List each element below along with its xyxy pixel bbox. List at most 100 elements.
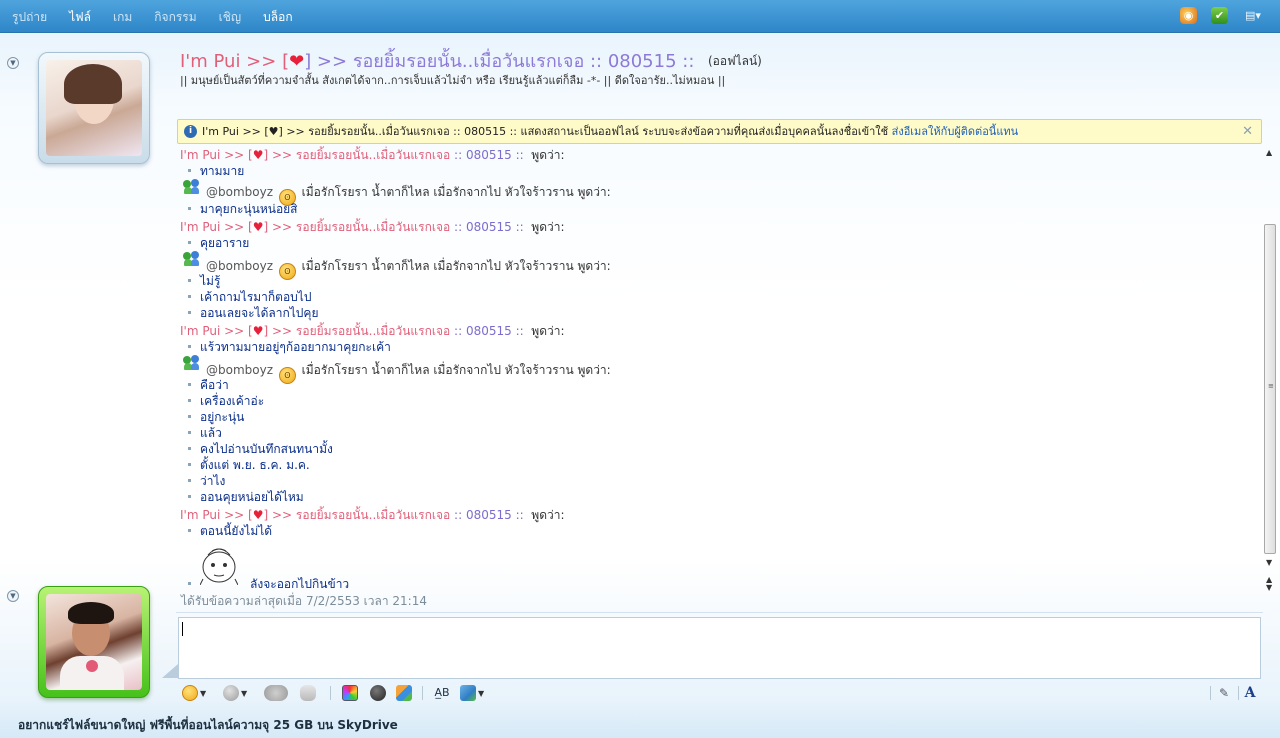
activities-icon	[396, 685, 412, 701]
bullet-icon	[188, 279, 191, 282]
sender-name-part1: I'm Pui >> [	[180, 220, 253, 234]
scroll-down-arrow-icon[interactable]: ▼	[1266, 558, 1272, 567]
voice-clip-icon	[300, 685, 316, 701]
handwriting-button[interactable]: ✎	[1216, 684, 1232, 702]
bullet-icon	[188, 431, 191, 434]
sketch-face-emoticon-icon	[200, 548, 238, 585]
sender-name-part1: I'm Pui >> [	[180, 148, 253, 162]
message-text: แร้วทามมายอยู่ๆก้ออยากมาคุยกะเค้า	[200, 340, 391, 354]
font-style-icon: A	[1244, 685, 1256, 701]
toolbar-separator	[422, 686, 423, 700]
bullet-icon	[188, 241, 191, 244]
top-menu: รูปถ่าย ไฟล์ เกม กิจกรรม เชิญ บล็อก	[12, 8, 315, 27]
collapse-contact-picture-button[interactable]: ▼	[7, 57, 19, 69]
compose-notch	[162, 664, 178, 678]
offline-info-bar: i I'm Pui >> [♥] >> รอยยิ้มรอยนั้น..เมื่…	[177, 119, 1262, 144]
menu-item-block[interactable]: บล็อก	[263, 8, 292, 27]
says-label: พูดว่า:	[577, 259, 611, 273]
skydrive-ad-link[interactable]: อยากแชร์ไฟล์ขนาดใหญ่ ฟรีพื้นที่ออนไลน์คว…	[18, 716, 398, 735]
image-share-button[interactable]: ▼	[460, 684, 484, 702]
sender-name-part3: :: 080515 ::	[454, 324, 524, 338]
wink-button[interactable]: ▼	[223, 684, 247, 702]
scroll-up-arrow-icon[interactable]: ▲	[1266, 148, 1272, 157]
buddy-name: @bomboyz	[206, 259, 274, 273]
top-menu-bar: รูปถ่าย ไฟล์ เกม กิจกรรม เชิญ บล็อก ◉ ✔ …	[0, 0, 1280, 33]
heart-icon: ♥	[252, 508, 264, 522]
buddy-name: @bomboyz	[206, 363, 274, 377]
says-label: พูดว่า:	[531, 220, 565, 234]
activities-button[interactable]	[396, 684, 412, 702]
info-bar-text: I'm Pui >> [♥] >> รอยยิ้มรอยนั้น..เมื่อว…	[202, 120, 1018, 143]
message-text: ตอนนี้ยังไม่ได้	[200, 524, 273, 538]
sender-name-part1: I'm Pui >> [	[180, 324, 253, 338]
heart-icon: ♥	[252, 220, 264, 234]
menu-item-invite[interactable]: เชิญ	[219, 8, 241, 27]
toolbar-separator	[330, 686, 331, 700]
menu-item-files[interactable]: ไฟล์	[69, 8, 91, 27]
font-style-button[interactable]: A	[1242, 684, 1258, 702]
buddy-tagline: เมื่อรักโรยรา น้ำตาก็ไหล เมื่อรักจากไป ห…	[301, 259, 574, 273]
sender-line-buddy: @bomboyz ʘ เมื่อรักโรยรา น้ำตาก็ไหล เมื่…	[206, 257, 611, 280]
wink-icon	[223, 685, 239, 701]
menu-item-activities[interactable]: กิจกรรม	[154, 8, 196, 27]
shield-icon[interactable]: ✔	[1211, 7, 1228, 24]
sender-line-buddy: @bomboyz ʘ เมื่อรักโรยรา น้ำตาก็ไหล เมื่…	[206, 361, 611, 384]
message-compose-input[interactable]	[178, 617, 1261, 679]
thinking-emoticon-icon: ʘ	[278, 367, 296, 384]
send-email-link[interactable]: ส่งอีเมลให้กับผู้ติดต่อนี้แทน	[892, 125, 1019, 138]
message-text: ออนเลยจะได้ลากไปคุย	[200, 306, 319, 320]
contact-status: (ออฟไลน์)	[708, 54, 762, 68]
contact-avatar[interactable]	[38, 52, 150, 164]
text-caret	[182, 622, 183, 636]
voice-clip-button[interactable]	[300, 684, 316, 702]
background-icon	[342, 685, 358, 701]
bullet-icon	[188, 207, 191, 210]
bullet-icon	[188, 399, 191, 402]
resize-arrows-icon[interactable]: ▲ ▼	[1266, 576, 1272, 592]
buddy-tagline: เมื่อรักโรยรา น้ำตาก็ไหล เมื่อรักจากไป ห…	[301, 363, 574, 377]
message-text: ทามมาย	[200, 164, 245, 178]
sender-name-part2: ] >> รอยยิ้มรอยนั้น..เมื่อวันแรกเจอ	[263, 508, 451, 522]
says-label: พูดว่า:	[531, 148, 565, 162]
palette-icon[interactable]: ◉	[1180, 7, 1197, 24]
handwriting-icon: ✎	[1218, 686, 1230, 700]
sender-name-part2: ] >> รอยยิ้มรอยนั้น..เมื่อวันแรกเจอ	[263, 148, 451, 162]
message-text: ออนคุยหน่อยได้ไหม	[200, 490, 304, 504]
background-button[interactable]	[342, 684, 358, 702]
collapse-my-picture-button[interactable]: ▼	[7, 590, 19, 602]
close-icon[interactable]: ✕	[1242, 120, 1253, 143]
conversation-scrollbar[interactable]: ▲ ≡ ▼	[1263, 146, 1277, 570]
sender-name-part3: :: 080515 ::	[454, 148, 524, 162]
contact-personal-message: || มนุษย์เป็นสัตว์ที่ความจำสั้น สังเกตได…	[180, 74, 726, 87]
games-button[interactable]	[370, 684, 386, 702]
divider	[176, 612, 1263, 613]
menu-item-photos[interactable]: รูปถ่าย	[12, 8, 47, 27]
buddy-name: @bomboyz	[206, 185, 274, 199]
says-label: พูดว่า:	[577, 363, 611, 377]
sender-name-part3: :: 080515 ::	[454, 220, 524, 234]
nudge-button[interactable]	[264, 684, 288, 702]
menu-item-games[interactable]: เกม	[113, 8, 132, 27]
chevron-down-icon: ▼	[200, 688, 207, 698]
buddy-tagline: เมื่อรักโรยรา น้ำตาก็ไหล เมื่อรักจากไป ห…	[301, 185, 574, 199]
bullet-icon	[188, 295, 191, 298]
contact-picture	[46, 60, 142, 156]
heart-icon: ❤	[289, 51, 305, 72]
bullet-icon	[188, 479, 191, 482]
bullet-icon	[188, 582, 191, 585]
menu-dropdown-icon[interactable]: ▤▾	[1242, 7, 1264, 24]
contact-name-part1: I'm Pui >> [	[180, 51, 290, 72]
scrollbar-thumb[interactable]: ≡	[1264, 224, 1276, 554]
heart-icon: ♥	[252, 148, 264, 162]
bullet-icon	[188, 495, 191, 498]
sender-name-part2: ] >> รอยยิ้มรอยนั้น..เมื่อวันแรกเจอ	[263, 220, 451, 234]
says-label: พูดว่า:	[531, 508, 565, 522]
my-avatar[interactable]	[38, 586, 150, 698]
font-button[interactable]: A̲B	[434, 684, 450, 702]
top-right-icons: ◉ ✔ ▤▾	[1180, 7, 1264, 24]
emoticon-button[interactable]: ▼	[182, 684, 206, 702]
buddy-status-icon	[183, 179, 201, 195]
compose-toolbar: ▼ ▼ A̲B ▼ ✎ A	[178, 682, 1261, 704]
buddy-status-icon	[183, 355, 201, 371]
says-label: พูดว่า:	[577, 185, 611, 199]
